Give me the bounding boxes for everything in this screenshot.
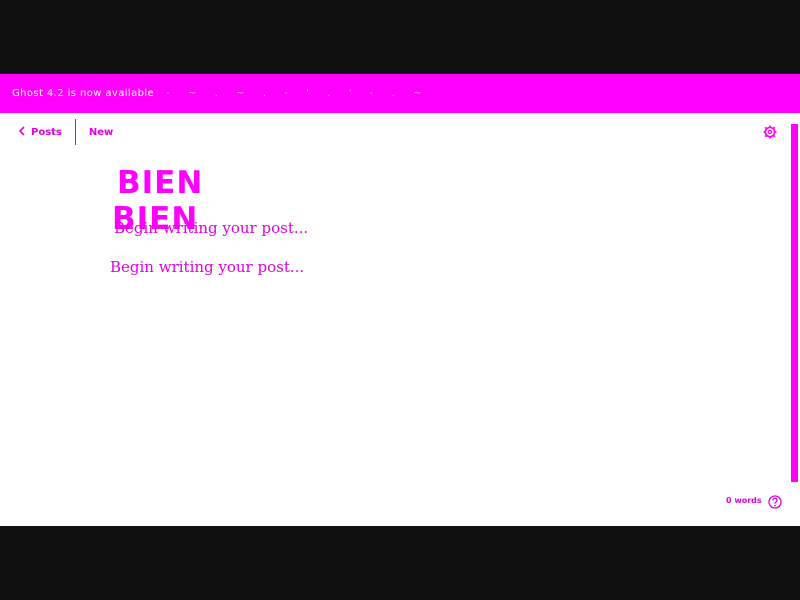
post-title-input[interactable]: BIEN	[117, 165, 203, 201]
update-banner-text: Ghost 4.2 is now available	[12, 88, 155, 99]
scroll-down-icon[interactable]	[792, 517, 798, 522]
gear-icon[interactable]	[763, 124, 777, 139]
post-editor: Posts New BIEN BIEN Begin writing your p…	[0, 113, 800, 526]
top-frame	[0, 0, 800, 74]
post-body-placeholder-ghost: Begin writing your post...	[114, 219, 309, 237]
editor-nav: Posts New	[18, 119, 113, 145]
bottom-frame	[0, 526, 800, 600]
word-count: 0 words	[726, 496, 762, 505]
scrollbar-thumb[interactable]	[791, 124, 798, 482]
scroll-up-icon[interactable]	[792, 116, 798, 131]
post-body-editor[interactable]: Begin writing your post...	[110, 258, 304, 276]
question-circle-icon[interactable]	[768, 494, 782, 509]
nav-divider	[74, 119, 76, 145]
back-to-posts-link[interactable]: Posts	[18, 125, 62, 139]
chevron-left-icon	[18, 125, 26, 139]
back-label: Posts	[31, 126, 62, 138]
update-banner-trailing: - ~ . ~ . - ' . ' - . ~	[166, 88, 422, 99]
post-status: New	[88, 126, 114, 138]
update-banner[interactable]: Ghost 4.2 is now available - ~ . ~ . - '…	[0, 74, 800, 113]
